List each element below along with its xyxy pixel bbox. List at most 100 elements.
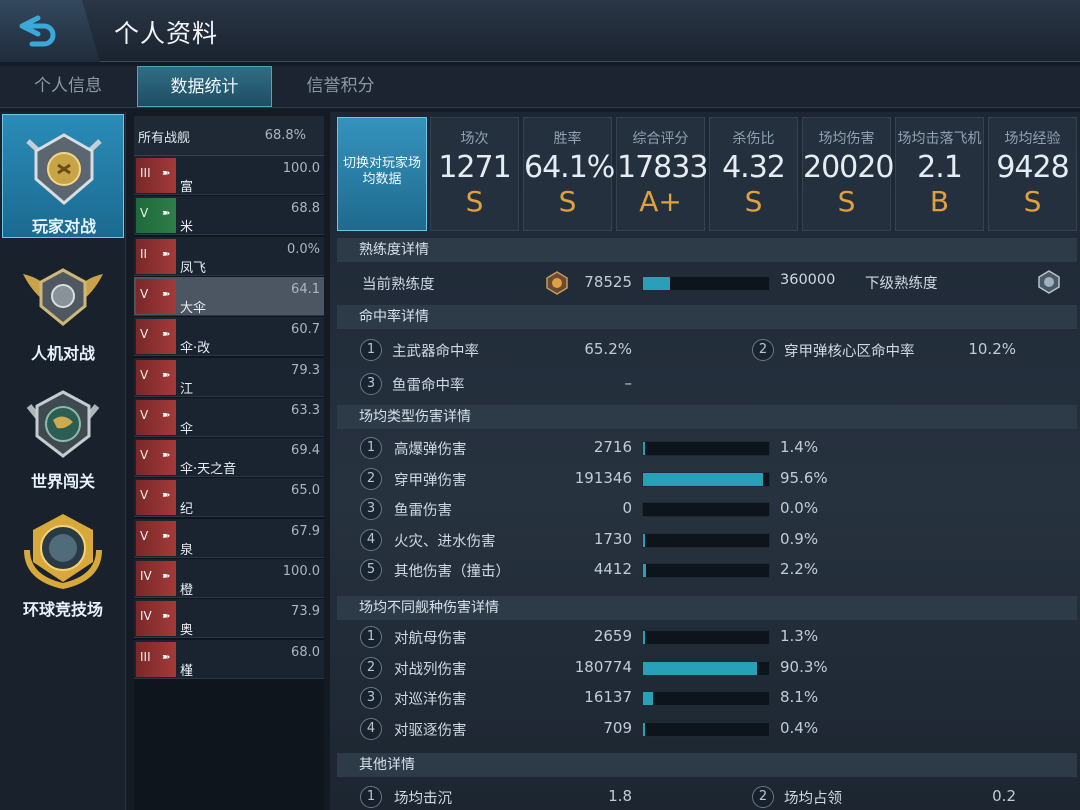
ship-type-icon: ➽ xyxy=(162,208,171,220)
current-proficiency-label: 当前熟练度 xyxy=(362,277,435,293)
damage_types-label: 鱼雷伤害 xyxy=(394,503,452,519)
tab-personal-info[interactable]: 个人信息 xyxy=(0,66,136,107)
ship-row[interactable]: IV ➽ 橙 100.0 xyxy=(134,559,324,598)
ship-name: 伞 xyxy=(180,421,194,437)
tab-data-stats[interactable]: 数据统计 xyxy=(137,66,272,107)
damage_types-bar xyxy=(642,471,770,487)
stat-grade: A+ xyxy=(639,185,682,218)
ship-row[interactable]: V ➽ 泉 67.9 xyxy=(134,518,324,558)
ship_damage-index: 2 xyxy=(360,656,382,679)
damage_types-index: 4 xyxy=(360,528,382,551)
next-proficiency-value: 360000 xyxy=(780,272,836,288)
damage_types-pct: 95.6% xyxy=(780,468,828,487)
ship-tier: II xyxy=(140,246,148,261)
other-value: 0.2 xyxy=(992,787,1016,805)
mode-arena[interactable]: 环球竞技场 xyxy=(2,498,124,622)
damage_types-bar xyxy=(642,502,770,517)
all-ships-pct: 68.8% xyxy=(264,128,306,143)
ship_damage-value: 180774 xyxy=(574,657,632,676)
ship-row[interactable]: V ➽ 江 79.3 xyxy=(134,357,324,397)
other-index: 2 xyxy=(752,786,774,808)
switch-avg-data-button[interactable]: 切换对玩家场均数据 xyxy=(337,117,427,231)
ship-list: 所有战舰 68.8% III ➽ 富 100.0 V ➽ 米 68.8 II ➽ 凤飞 0.0% V ➽ 大… xyxy=(134,116,324,810)
ship_damage-bar-fill xyxy=(643,722,645,736)
mode-world-campaign[interactable]: 世界闯关 xyxy=(2,370,124,494)
ship-name: 凤飞 xyxy=(180,260,207,276)
mode-pvp[interactable]: 玩家对战 xyxy=(2,114,124,238)
other-index: 1 xyxy=(360,786,382,808)
ship-winrate: 67.9 xyxy=(291,523,320,539)
ship-row[interactable]: III ➽ 槿 68.0 xyxy=(134,639,324,679)
stat-card: 场均伤害 200205 S xyxy=(802,117,913,231)
ship_damage-pct: 90.3% xyxy=(780,657,828,676)
back-button[interactable] xyxy=(0,0,100,62)
damage_types-index: 1 xyxy=(360,437,382,459)
ship_damage-bar xyxy=(642,691,770,706)
stat-value: 64.1% xyxy=(524,150,615,185)
ship-name: 泉 xyxy=(180,542,194,558)
damage_types-bar-fill xyxy=(643,533,645,547)
ship_damage-bar xyxy=(642,630,770,645)
ship-winrate: 64.1 xyxy=(291,281,320,297)
ship-type-icon: ➽ xyxy=(162,571,171,582)
ship-list-header-all[interactable]: 所有战舰 68.8% xyxy=(134,116,324,156)
ship-tier: III xyxy=(140,166,151,180)
hit-rate-label: 鱼雷命中率 xyxy=(392,378,465,394)
ship-winrate: 60.7 xyxy=(291,322,320,338)
mode-arena-label: 环球竞技场 xyxy=(22,600,103,619)
hit-rate-index: 3 xyxy=(360,373,382,395)
ship-name: 米 xyxy=(180,220,194,236)
tab-reputation[interactable]: 信誉积分 xyxy=(273,66,408,107)
damage_types-label: 高爆弹伤害 xyxy=(394,442,467,458)
ship-row[interactable]: III ➽ 富 100.0 xyxy=(134,156,324,195)
damage_types-pct: 1.4% xyxy=(780,438,819,456)
ship-row[interactable]: V ➽ 伞 63.3 xyxy=(134,397,324,437)
damage_types-label: 火灾、进水伤害 xyxy=(394,533,496,550)
stat-label: 杀伤比 xyxy=(732,131,775,147)
damage_types-bar xyxy=(642,563,770,578)
damage_types-bar-fill xyxy=(643,564,646,577)
arena-emblem-icon xyxy=(24,514,102,590)
other-label: 场均占领 xyxy=(784,791,842,807)
pvp-emblem-icon xyxy=(26,133,102,205)
ship-type-icon: ➽ xyxy=(162,329,171,341)
ship-type-icon: ➽ xyxy=(162,450,171,462)
ship-row[interactable]: V ➽ 伞·改 60.7 xyxy=(134,317,324,357)
hit-rate-value: 65.2% xyxy=(584,340,632,358)
ship-type-icon: ➽ xyxy=(162,490,171,502)
damage-type-section-title: 场均类型伤害详情 xyxy=(337,405,1077,429)
ship-row[interactable]: IV ➽ 奥 73.9 xyxy=(134,599,324,639)
stat-value: 9428 xyxy=(996,150,1069,185)
ship-row[interactable]: V ➽ 伞·天之音 69.4 xyxy=(134,438,324,478)
ship-row[interactable]: V ➽ 大伞 64.1 xyxy=(134,276,324,316)
ship-type-icon: ➽ xyxy=(162,611,171,623)
hit-rate-index: 1 xyxy=(360,339,382,361)
ship-tier: V xyxy=(140,286,149,301)
ship-winrate: 0.0% xyxy=(286,241,320,257)
damage_types-label: 穿甲弹伤害 xyxy=(394,472,467,489)
ship-class-damage-section-title: 场均不同舰种伤害详情 xyxy=(337,596,1077,620)
ship-type-icon: ➽ xyxy=(162,288,171,300)
proficiency-section-title: 熟练度详情 xyxy=(337,238,1077,262)
ship-name: 槿 xyxy=(180,663,194,679)
ship-winrate: 69.4 xyxy=(291,443,320,459)
mode-pve[interactable]: 人机对战 xyxy=(2,242,124,366)
stat-value: 17833 xyxy=(617,150,708,185)
damage_types-value: 2716 xyxy=(593,438,632,456)
ship-row[interactable]: II ➽ 凤飞 0.0% xyxy=(134,236,324,276)
world-campaign-emblem-icon xyxy=(26,390,100,458)
ship-row[interactable]: V ➽ 纪 65.0 xyxy=(134,478,324,518)
ship-winrate: 100.0 xyxy=(282,161,320,176)
ship-name: 伞·改 xyxy=(180,341,211,357)
stat-label: 综合评分 xyxy=(632,131,689,147)
ship-name: 奥 xyxy=(180,623,194,639)
damage_types-value: 191346 xyxy=(574,468,632,487)
pve-emblem-icon xyxy=(23,268,103,326)
stat-grade: B xyxy=(929,185,950,218)
ship_damage-label: 对航母伤害 xyxy=(394,631,467,647)
ship-row[interactable]: V ➽ 米 68.8 xyxy=(134,196,324,236)
hit-rate-value: 10.2% xyxy=(968,340,1016,358)
hit-rate-label: 主武器命中率 xyxy=(392,344,479,360)
ship-winrate: 68.8 xyxy=(291,201,320,217)
ship-tier: III xyxy=(140,649,151,664)
